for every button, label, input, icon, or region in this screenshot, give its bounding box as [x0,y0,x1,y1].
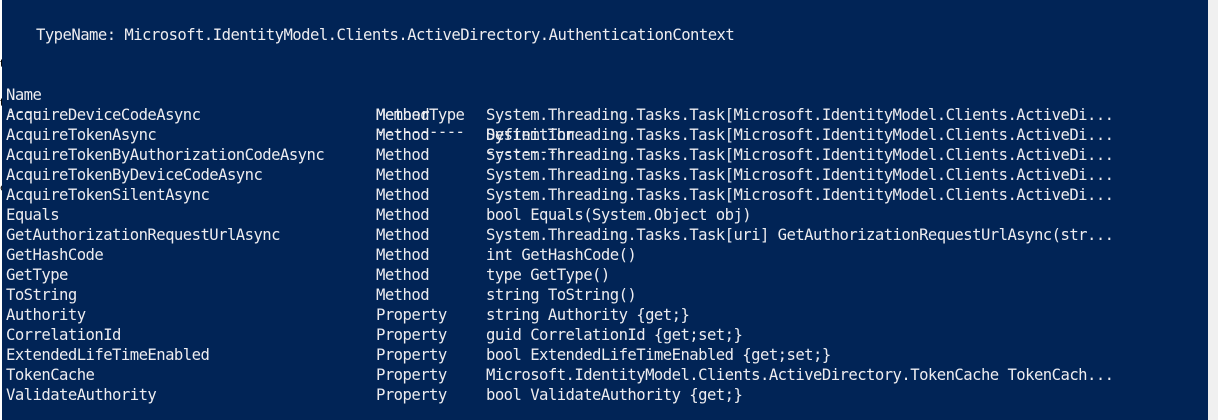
member-type: Method [376,186,430,204]
member-definition: Microsoft.IdentityModel.Clients.ActiveDi… [486,366,1114,384]
member-name: CorrelationId [6,326,121,344]
member-definition: System.Threading.Tasks.Task[Microsoft.Id… [486,186,1114,204]
member-type: Method [376,126,430,144]
typename-line: TypeName: Microsoft.IdentityModel.Client… [36,26,735,44]
member-name: ValidateAuthority [6,386,157,404]
member-definition: System.Threading.Tasks.Task[Microsoft.Id… [486,106,1114,124]
member-definition: System.Threading.Tasks.Task[Microsoft.Id… [486,126,1114,144]
member-type: Property [376,306,447,324]
member-name: TokenCache [6,366,95,384]
member-name: AcquireDeviceCodeAsync [6,106,201,124]
member-name: GetAuthorizationRequestUrlAsync [6,226,281,244]
member-name: AcquireTokenSilentAsync [6,186,210,204]
member-definition: bool ExtendedLifeTimeEnabled {get;set;} [486,346,831,364]
member-name: GetHashCode [6,246,104,264]
member-type: Method [376,226,430,244]
member-type: Method [376,106,430,124]
member-name: AcquireTokenAsync [6,126,157,144]
member-type: Method [376,246,430,264]
member-definition: string Authority {get;} [486,306,690,324]
member-name: ExtendedLifeTimeEnabled [6,346,210,364]
member-definition: System.Threading.Tasks.Task[uri] GetAuth… [486,226,1114,244]
powershell-console[interactable]: TypeName: Microsoft.IdentityModel.Client… [2,0,1208,420]
member-type: Method [376,286,430,304]
member-type: Property [376,346,447,364]
member-definition: type GetType() [486,266,610,284]
window-right-edge [1208,0,1218,420]
member-type: Method [376,146,430,164]
member-name: GetType [6,266,68,284]
member-type: Property [376,386,447,404]
screen: t t e TypeName: Microsoft.IdentityModel.… [0,0,1218,420]
member-name: Equals [6,206,60,224]
member-type: Property [376,366,447,384]
member-type: Method [376,266,430,284]
member-name: ToString [6,286,77,304]
member-type: Property [376,326,447,344]
member-definition: bool Equals(System.Object obj) [486,206,752,224]
member-definition: System.Threading.Tasks.Task[Microsoft.Id… [486,146,1114,164]
member-definition: string ToString() [486,286,637,304]
table-header-underline: ---- ---------- ---------- [6,82,575,161]
member-type: Method [376,206,430,224]
member-name: Authority [6,306,86,324]
member-definition: guid CorrelationId {get;set;} [486,326,743,344]
member-definition: int GetHashCode() [486,246,637,264]
member-definition: System.Threading.Tasks.Task[Microsoft.Id… [486,166,1114,184]
member-type: Method [376,166,430,184]
member-name: AcquireTokenByAuthorizationCodeAsync [6,146,325,164]
member-name: AcquireTokenByDeviceCodeAsync [6,166,263,184]
member-definition: bool ValidateAuthority {get;} [486,386,743,404]
